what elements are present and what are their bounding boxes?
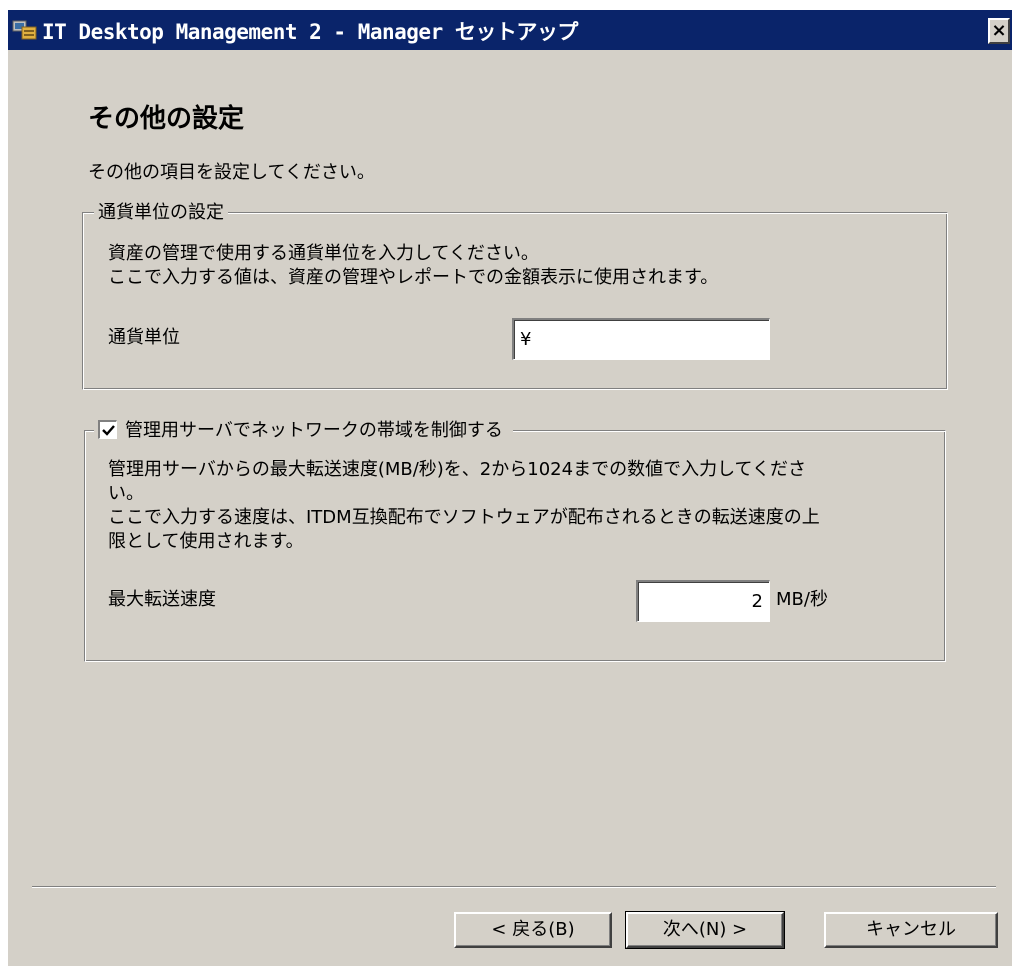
max-speed-unit: MB/秒 — [776, 589, 828, 610]
bandwidth-group-legend: 管理用サーバでネットワークの帯域を制御する — [94, 416, 513, 442]
currency-unit-input[interactable] — [512, 318, 770, 360]
currency-settings-group — [82, 212, 948, 390]
back-button[interactable]: < 戻る(B) — [454, 912, 612, 948]
title-bar: IT Desktop Management 2 - Manager セットアップ… — [8, 10, 1012, 50]
currency-description-line1: 資産の管理で使用する通貨単位を入力してください。 — [108, 243, 539, 264]
check-icon — [102, 424, 115, 436]
footer-separator — [32, 886, 996, 888]
currency-description-line2: ここで入力する値は、資産の管理やレポートでの金額表示に使用されます。 — [108, 267, 719, 288]
currency-field-label: 通貨単位 — [108, 327, 180, 348]
page-subtitle: その他の項目を設定してください。 — [88, 162, 375, 183]
next-button[interactable]: 次へ(N) > — [625, 911, 785, 949]
bandwidth-description-line4: 限として使用されます。 — [108, 531, 304, 552]
window-title: IT Desktop Management 2 - Manager セットアップ — [42, 20, 578, 44]
setup-dialog: IT Desktop Management 2 - Manager セットアップ… — [8, 10, 1012, 966]
bandwidth-description-line3: ここで入力する速度は、ITDM互換配布でソフトウェアが配布されるときの転送速度の… — [108, 507, 820, 528]
bandwidth-description-line1: 管理用サーバからの最大転送速度(MB/秒)を、2から1024までの数値で入力して… — [108, 459, 806, 480]
cancel-button[interactable]: キャンセル — [824, 912, 998, 948]
bandwidth-checkbox-label: 管理用サーバでネットワークの帯域を制御する — [125, 420, 503, 441]
close-button[interactable]: × — [988, 18, 1010, 44]
page-title: その他の設定 — [88, 104, 245, 134]
max-speed-input[interactable] — [636, 580, 770, 622]
currency-group-legend: 通貨単位の設定 — [94, 198, 228, 224]
bandwidth-control-checkbox[interactable] — [98, 419, 117, 439]
max-speed-label: 最大転送速度 — [108, 589, 216, 610]
bandwidth-description-line2: い。 — [108, 483, 144, 504]
close-icon: × — [991, 20, 1007, 41]
installer-app-icon — [12, 18, 38, 42]
